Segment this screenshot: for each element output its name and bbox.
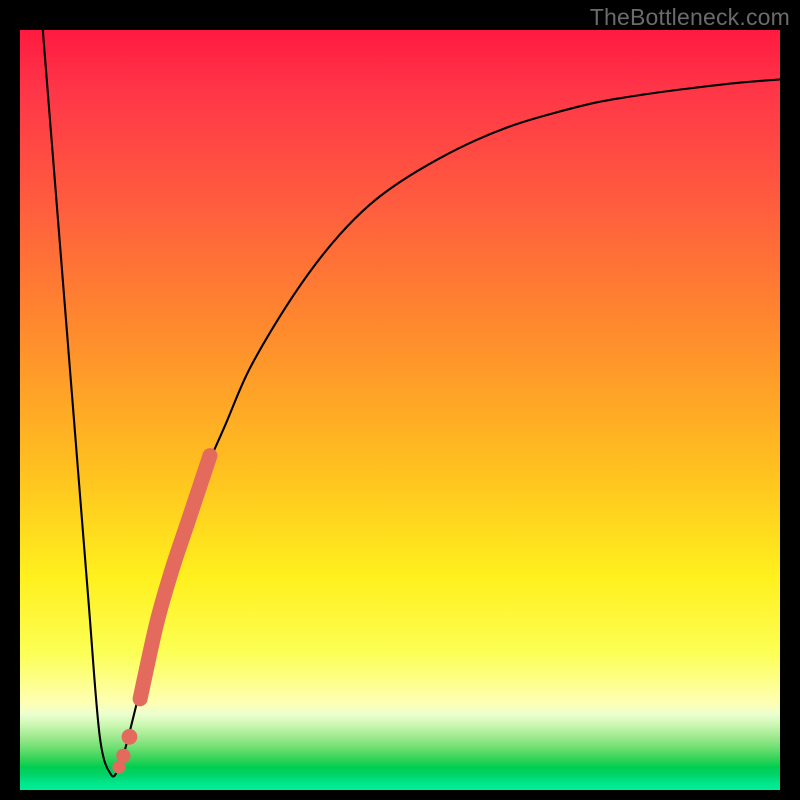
watermark-text: TheBottleneck.com (590, 4, 790, 31)
highlight-thick (140, 456, 210, 699)
highlight-segment (112, 456, 210, 774)
highlight-dot (116, 749, 130, 763)
plot-area (20, 30, 780, 790)
highlight-dot (122, 729, 138, 745)
chart-frame: TheBottleneck.com (0, 0, 800, 800)
curve-layer (20, 30, 780, 790)
